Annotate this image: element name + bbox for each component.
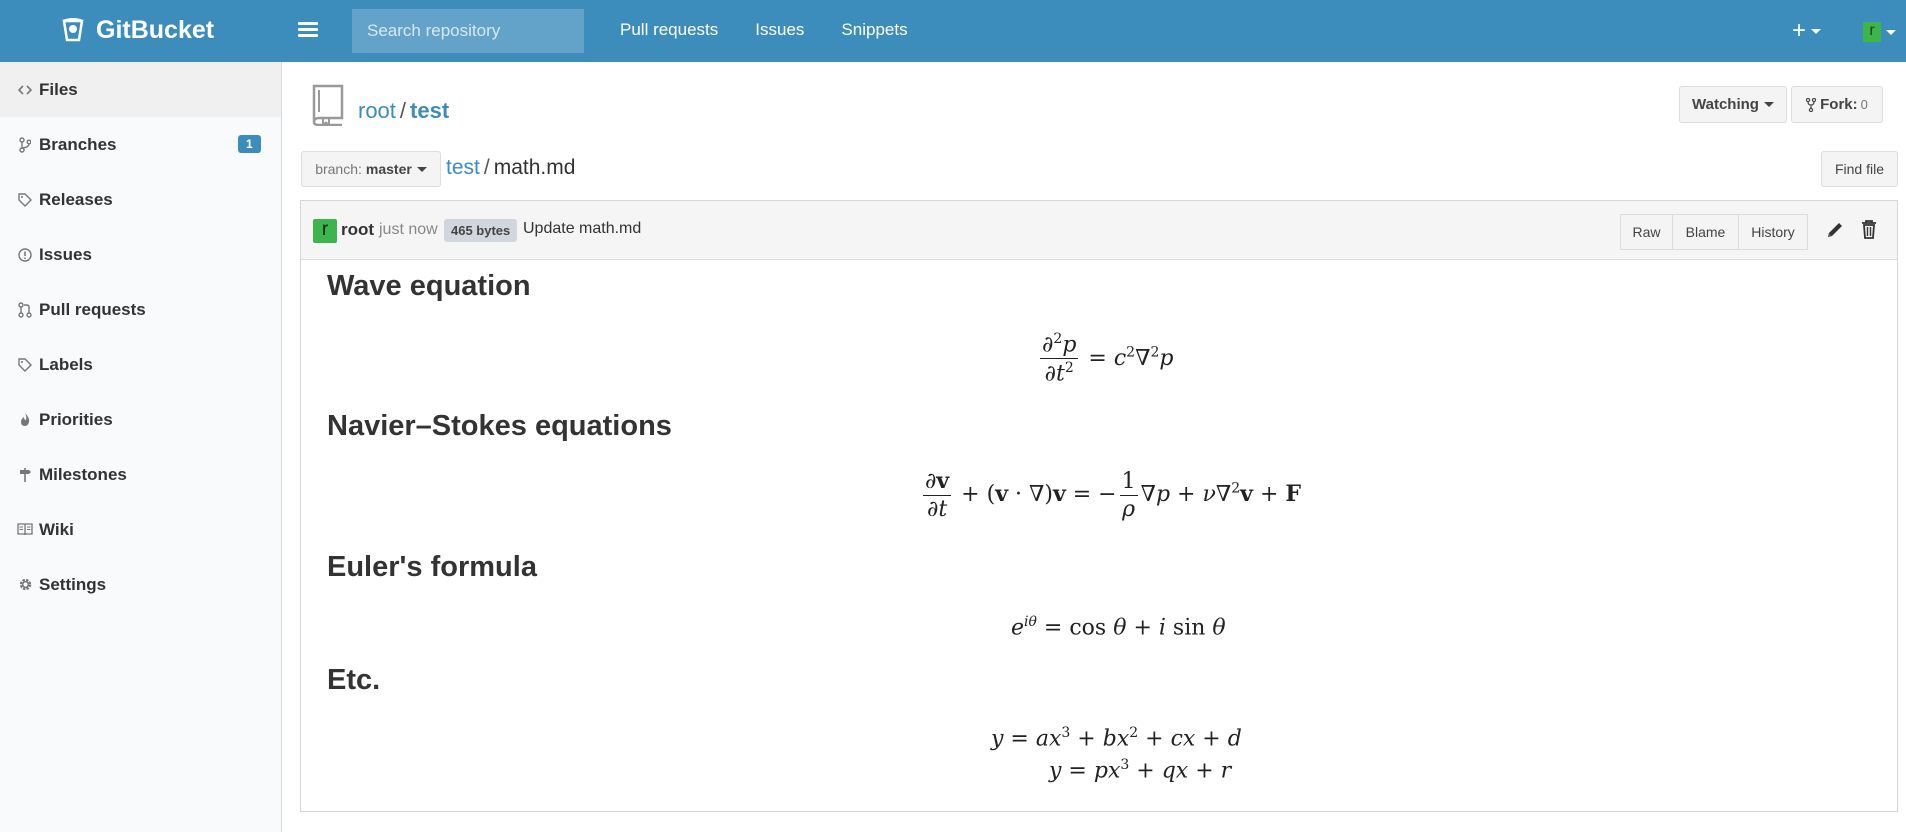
sidebar-item-milestones[interactable]: Milestones xyxy=(0,447,281,502)
book-icon xyxy=(17,522,33,538)
pull-request-icon xyxy=(17,301,33,318)
sidebar-item-label: Settings xyxy=(39,574,107,594)
sidebar-item-labels[interactable]: Labels xyxy=(0,337,281,392)
flame-icon xyxy=(17,412,33,428)
fork-label: Fork: xyxy=(1820,96,1858,113)
milestone-icon xyxy=(17,467,33,483)
plus-icon: + xyxy=(1792,17,1807,44)
euler-formula: eiθ = cos θ + i sin θ xyxy=(1011,614,1226,641)
sidebar-item-branches[interactable]: Branches 1 xyxy=(0,117,281,172)
nav-issues[interactable]: Issues xyxy=(755,0,804,62)
gitbucket-logo-icon xyxy=(62,18,84,42)
sidebar-item-releases[interactable]: Releases xyxy=(0,172,281,227)
sidebar-item-issues[interactable]: Issues xyxy=(0,227,281,282)
sidebar-toggle-icon[interactable] xyxy=(298,19,318,41)
sidebar-item-label: Pull requests xyxy=(39,299,146,319)
breadcrumb-file: math.md xyxy=(493,156,576,179)
sidebar-item-wiki[interactable]: Wiki xyxy=(0,502,281,557)
branch-name: master xyxy=(365,161,412,177)
raw-button[interactable]: Raw xyxy=(1620,214,1673,250)
commit-time: just now xyxy=(379,221,438,238)
fork-icon xyxy=(1806,97,1817,112)
sidebar-item-label: Issues xyxy=(39,244,92,264)
tag-icon xyxy=(17,192,33,208)
sidebar-item-label: Wiki xyxy=(39,519,74,539)
commit-message[interactable]: Update math.md xyxy=(523,220,641,238)
sidebar-item-settings[interactable]: Settings xyxy=(0,557,281,612)
heading-wave-equation: Wave equation xyxy=(327,270,531,302)
main-nav: Pull requests Issues Snippets xyxy=(620,0,945,62)
repo-title: root / test xyxy=(358,98,450,123)
heading-navier-stokes: Navier–Stokes equations xyxy=(327,410,672,442)
file-viewer: r root just now 465 bytes Update math.md… xyxy=(300,200,1898,812)
pencil-icon[interactable] xyxy=(1825,220,1845,240)
trash-icon[interactable] xyxy=(1860,219,1878,239)
repo-owner-link[interactable]: root xyxy=(358,98,396,123)
top-navbar: GitBucket Pull requests Issues Snippets … xyxy=(0,0,1906,62)
issue-icon xyxy=(17,247,33,263)
branch-selector[interactable]: branch: master xyxy=(301,151,441,187)
chevron-down-icon xyxy=(416,166,427,172)
avatar: r xyxy=(1863,22,1881,42)
history-button[interactable]: History xyxy=(1738,214,1808,250)
repo-book-icon xyxy=(312,84,344,126)
brand-link[interactable]: GitBucket xyxy=(60,12,214,48)
find-file-button[interactable]: Find file xyxy=(1821,151,1898,187)
sidebar-item-pull-requests[interactable]: Pull requests xyxy=(0,282,281,337)
heading-etc: Etc. xyxy=(327,664,381,696)
watch-button[interactable]: Watching xyxy=(1679,86,1787,123)
sidebar-item-files[interactable]: Files xyxy=(0,62,281,117)
wave-equation-formula: ∂2p ∂t2 = c2∇2p xyxy=(1040,331,1174,387)
create-new-menu[interactable]: + xyxy=(1792,17,1822,45)
search-input[interactable] xyxy=(352,9,584,53)
breadcrumb: test / math.md xyxy=(446,156,576,179)
file-actions: Raw Blame History xyxy=(1620,214,1808,250)
heading-euler-formula: Euler's formula xyxy=(327,551,537,583)
polynomial-formula-2: y = px3 + qx + r xyxy=(1049,757,1232,784)
branch-prefix: branch: xyxy=(315,161,362,177)
commit-bar: r root just now 465 bytes Update math.md… xyxy=(301,201,1897,260)
branch-icon xyxy=(17,136,33,153)
avatar[interactable]: r xyxy=(313,219,337,243)
gear-icon xyxy=(17,577,33,593)
chevron-down-icon xyxy=(1763,102,1774,107)
chevron-down-icon xyxy=(1886,29,1896,35)
breadcrumb-repo-link[interactable]: test xyxy=(446,156,480,179)
repo-sidebar: Files Branches 1 Releases Issues Pull re… xyxy=(0,62,282,832)
nav-pull-requests[interactable]: Pull requests xyxy=(620,0,718,62)
sidebar-item-label: Milestones xyxy=(39,464,127,484)
tag-icon xyxy=(17,357,33,373)
sidebar-item-priorities[interactable]: Priorities xyxy=(0,392,281,447)
file-size-badge: 465 bytes xyxy=(444,219,518,242)
blame-button[interactable]: Blame xyxy=(1672,214,1739,250)
fork-button[interactable]: Fork: 0 xyxy=(1791,86,1883,123)
sidebar-item-label: Releases xyxy=(39,189,113,209)
user-menu[interactable]: r xyxy=(1863,22,1896,42)
sidebar-item-label: Labels xyxy=(39,354,93,374)
nav-snippets[interactable]: Snippets xyxy=(841,0,907,62)
sidebar-item-label: Branches xyxy=(39,134,117,154)
sidebar-item-label: Priorities xyxy=(39,409,113,429)
fork-count: 0 xyxy=(1860,97,1868,112)
sidebar-item-label: Files xyxy=(39,79,78,99)
navier-stokes-formula: ∂v ∂t + (v · ∇)v = −1 ρ ∇p + ν∇2v + F xyxy=(923,468,1301,522)
code-icon xyxy=(17,82,33,98)
repo-name-link[interactable]: test xyxy=(410,98,449,123)
chevron-down-icon xyxy=(1811,28,1822,34)
brand-name: GitBucket xyxy=(96,15,215,44)
watch-label: Watching xyxy=(1692,96,1759,113)
polynomial-formula-1: y = ax3 + bx2 + cx + d xyxy=(991,725,1242,752)
branch-count-badge: 1 xyxy=(238,135,261,153)
commit-author[interactable]: root xyxy=(341,220,374,240)
